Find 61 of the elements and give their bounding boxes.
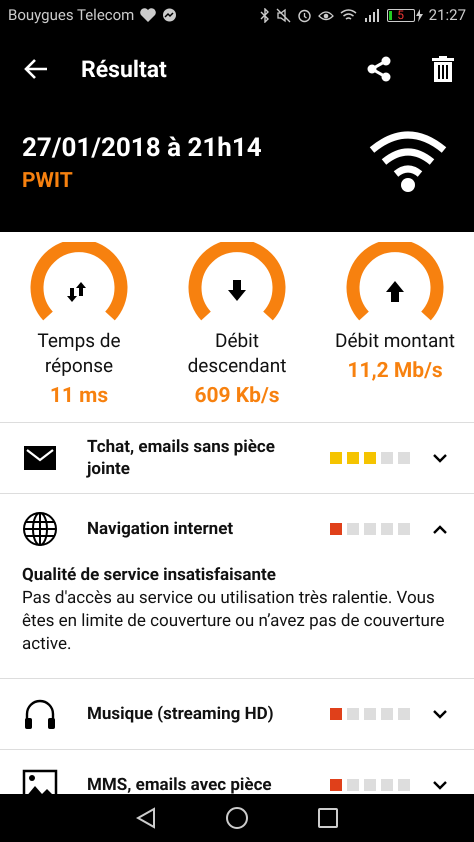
expand-toggle[interactable]	[432, 709, 448, 719]
back-triangle-icon	[136, 807, 156, 829]
recents-button[interactable]	[318, 808, 338, 828]
share-icon	[366, 56, 392, 82]
clock-time: 21:27	[428, 6, 466, 24]
rating-square	[347, 523, 359, 535]
back-button[interactable]	[136, 807, 156, 829]
back-arrow-icon	[24, 58, 48, 80]
rating-square	[381, 452, 393, 464]
quality-description: Pas d'accès au service ou utilisation très ralentie. Vous êtes en limite de couverture ou n’avez pas de couverture active.	[22, 588, 445, 654]
test-date: 27/01/2018 à 21h14	[22, 133, 263, 163]
rating-square	[398, 708, 410, 720]
rating-square	[398, 523, 410, 535]
expand-toggle[interactable]	[432, 524, 448, 534]
home-circle-icon	[226, 807, 248, 829]
usage-title: Musique (streaming HD)	[87, 703, 275, 725]
chevron-icon	[432, 709, 448, 719]
gauge-value: 609 Kb/s	[194, 384, 280, 408]
gauge-value: 11 ms	[50, 384, 108, 408]
screen-title: Résultat	[81, 56, 168, 82]
battery-level: 5	[386, 8, 415, 22]
charging-icon	[416, 8, 423, 22]
network-name: PWIT	[22, 169, 74, 193]
mute-icon	[276, 8, 291, 22]
wifi-icon	[340, 8, 357, 22]
rating-square	[364, 708, 376, 720]
trash-icon	[432, 56, 454, 82]
rating-square	[398, 452, 410, 464]
rating-square	[381, 523, 393, 535]
heart-icon	[140, 8, 156, 22]
rating-square	[398, 779, 410, 791]
alarm-icon	[296, 8, 312, 22]
carrier-name: Bouygues Telecom	[8, 6, 134, 24]
rating-square	[381, 779, 393, 791]
bluetooth-icon	[260, 8, 270, 22]
rating-square	[347, 708, 359, 720]
home-button[interactable]	[226, 807, 248, 829]
usage-title: Navigation internet	[87, 518, 234, 540]
gauge-value: 11,2 Mb/s	[347, 359, 443, 383]
chat-icon	[162, 8, 178, 22]
rating-square	[347, 779, 359, 791]
rating-square	[364, 523, 376, 535]
recents-square-icon	[318, 808, 338, 828]
gauge-label: Débit descendant	[186, 328, 288, 378]
signal-icon	[362, 8, 381, 22]
rating-square	[364, 779, 376, 791]
gauge-label: Débit montant	[335, 328, 455, 353]
rating-square	[381, 708, 393, 720]
expand-toggle[interactable]	[432, 780, 448, 790]
usage-title: Tchat, emails sans pièce jointe	[87, 436, 276, 480]
globe-icon	[22, 511, 58, 547]
share-button[interactable]	[366, 56, 392, 82]
usage-title: MMS, emails avec pièce	[87, 774, 273, 794]
chevron-icon	[432, 524, 448, 534]
quality-title: Qualité de service insatisfaisante	[22, 564, 277, 587]
expand-toggle[interactable]	[432, 453, 448, 463]
gauge-label: Temps de réponse	[36, 328, 122, 378]
chevron-icon	[432, 453, 448, 463]
wifi-icon	[368, 130, 448, 194]
chevron-icon	[432, 780, 448, 790]
delete-button[interactable]	[432, 56, 454, 82]
